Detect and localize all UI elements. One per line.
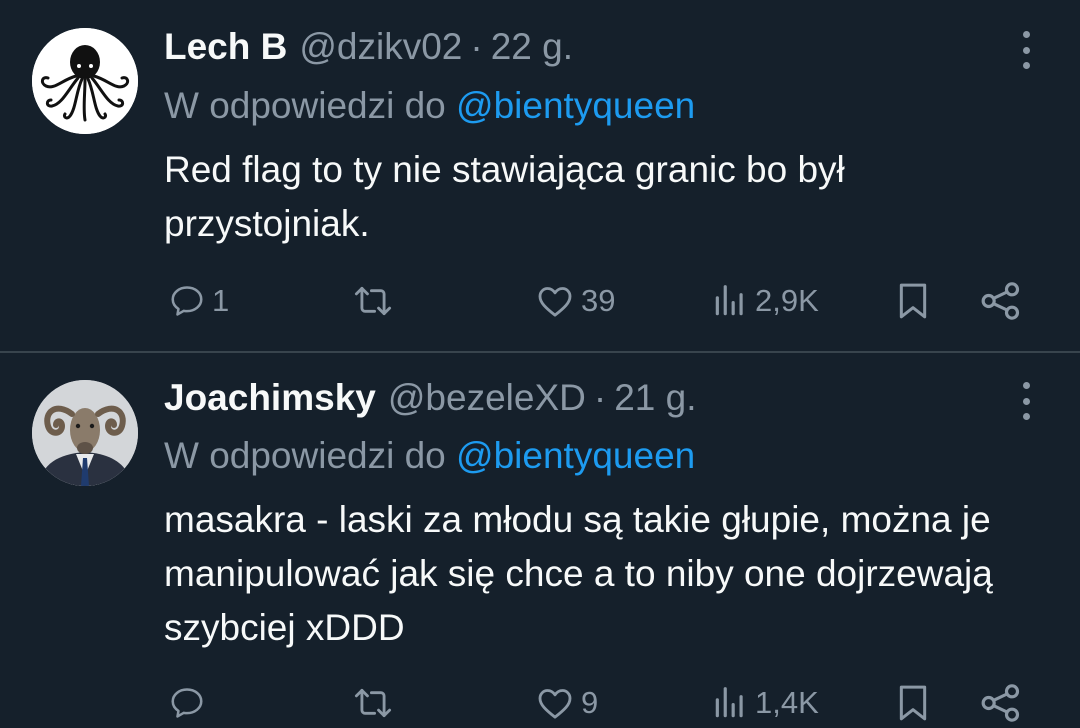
views-button[interactable]: 2,9K	[711, 276, 819, 326]
bookmark-icon	[899, 685, 927, 721]
tweet[interactable]: Joachimsky @bezeleXD · 21 g. W odpowiedz…	[0, 353, 1080, 722]
reply-icon	[171, 688, 203, 718]
views-icon	[715, 687, 743, 718]
like-button[interactable]: 9	[535, 678, 598, 728]
share-icon	[981, 684, 1020, 722]
timestamp[interactable]: 21 g.	[614, 376, 696, 420]
reply-icon	[171, 286, 203, 316]
octopus-avatar-image	[32, 28, 138, 134]
tweet-header: Joachimsky @bezeleXD · 21 g.	[164, 376, 696, 420]
tweet-text: masakra - laski za młodu są takie głupie…	[164, 499, 993, 648]
bookmark-icon	[899, 283, 927, 319]
display-name[interactable]: Lech B	[164, 25, 287, 69]
reply-context: W odpowiedzi do @bientyqueen	[164, 434, 695, 478]
retweet-icon	[354, 688, 392, 718]
reply-context: W odpowiedzi do @bientyqueen	[164, 84, 695, 128]
share-button[interactable]	[980, 276, 1024, 326]
avatar[interactable]	[32, 380, 138, 486]
like-button[interactable]: 39	[535, 276, 615, 326]
reply-count: 1	[212, 283, 230, 318]
views-icon	[715, 285, 743, 316]
bookmark-button[interactable]	[893, 276, 933, 326]
user-handle[interactable]: @bezeleXD	[388, 376, 586, 420]
retweet-button[interactable]	[352, 276, 400, 326]
avatar[interactable]	[32, 28, 138, 134]
tweet-text: Red flag to ty nie stawiająca granic bo …	[164, 149, 845, 244]
heart-icon	[538, 689, 572, 719]
tweet-actions: 9 1,4K	[0, 678, 1080, 728]
retweet-button[interactable]	[352, 678, 400, 728]
tweet-feed: Lech B @dzikv02 · 22 g. W odpowiedzi do …	[0, 0, 1080, 722]
heart-icon	[538, 287, 572, 317]
retweet-icon	[354, 286, 392, 316]
like-count: 39	[581, 283, 616, 318]
views-count: 1,4K	[755, 685, 819, 720]
user-handle[interactable]: @dzikv02	[299, 25, 462, 69]
reply-prefix: W odpowiedzi do	[164, 435, 446, 476]
ram-avatar-image	[32, 380, 138, 486]
share-button[interactable]	[980, 678, 1024, 728]
reply-prefix: W odpowiedzi do	[164, 85, 446, 126]
bookmark-button[interactable]	[893, 678, 933, 728]
more-icon[interactable]	[1014, 382, 1038, 420]
like-count: 9	[581, 685, 599, 720]
views-button[interactable]: 1,4K	[711, 678, 819, 728]
reply-button[interactable]	[168, 678, 212, 728]
reply-button[interactable]: 1	[168, 276, 229, 326]
timestamp[interactable]: 22 g.	[491, 25, 573, 69]
separator-dot: ·	[593, 377, 607, 418]
tweet[interactable]: Lech B @dzikv02 · 22 g. W odpowiedzi do …	[0, 0, 1080, 352]
share-icon	[981, 282, 1020, 320]
tweet-header: Lech B @dzikv02 · 22 g.	[164, 25, 573, 69]
separator-dot: ·	[470, 26, 483, 67]
reply-mention-link[interactable]: @bientyqueen	[456, 435, 695, 476]
more-icon[interactable]	[1014, 31, 1038, 69]
reply-mention-link[interactable]: @bientyqueen	[456, 85, 695, 126]
tweet-actions: 1 39 2,9K	[0, 276, 1080, 326]
views-count: 2,9K	[755, 283, 819, 318]
display-name[interactable]: Joachimsky	[164, 376, 376, 420]
